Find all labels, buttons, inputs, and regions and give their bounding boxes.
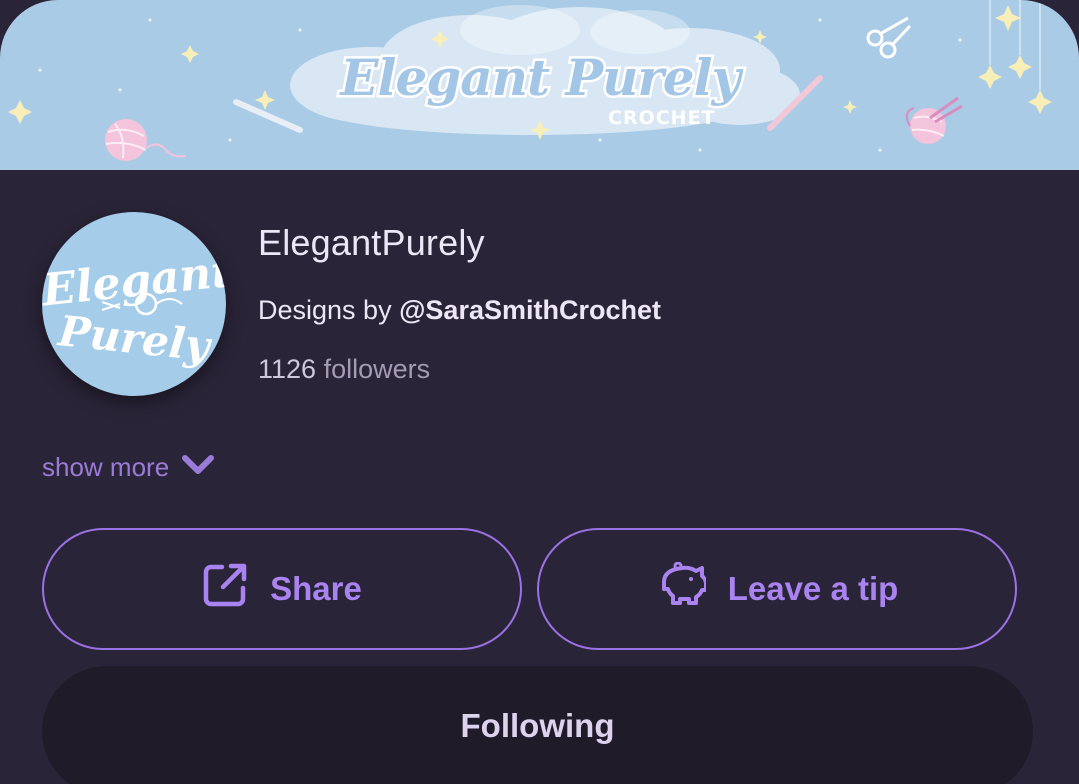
yarn-ball-icon (101, 292, 183, 316)
designer-handle-link[interactable]: @SaraSmithCrochet (399, 295, 661, 325)
following-button[interactable]: Following (42, 666, 1033, 784)
share-label: Share (270, 570, 362, 607)
followers-number: 1126 (258, 354, 317, 384)
profile-card: Elegant Purely CROCHET Elegant Purely El… (0, 0, 1079, 784)
designs-prefix: Designs by (258, 295, 392, 325)
show-more-button[interactable]: show more (42, 452, 215, 483)
share-button[interactable]: Share (42, 528, 522, 650)
crochet-hook-icon (233, 99, 303, 133)
leave-a-tip-label: Leave a tip (727, 570, 899, 607)
avatar[interactable]: Elegant Purely (42, 212, 226, 396)
followers-label: followers (323, 354, 431, 384)
following-label: Following (460, 707, 615, 744)
scissors-icon (866, 16, 912, 59)
leave-a-tip-button[interactable]: Leave a tip (537, 528, 1017, 650)
share-icon (202, 562, 248, 616)
moon-icon (59, 16, 100, 65)
profile-name: ElegantPurely (258, 222, 485, 263)
chevron-down-icon (181, 452, 215, 483)
yarn-ball-icon (905, 96, 963, 144)
yarn-ball-icon (105, 119, 187, 161)
profile-banner: Elegant Purely CROCHET (0, 0, 1079, 170)
designs-by-line: Designs by @SaraSmithCrochet (258, 295, 661, 326)
banner-title: Elegant Purely (338, 46, 743, 110)
show-more-label: show more (42, 452, 170, 482)
followers-count: 1126 followers (258, 354, 430, 385)
banner-subtitle: CROCHET (608, 107, 716, 129)
piggy-bank-icon (656, 561, 708, 616)
